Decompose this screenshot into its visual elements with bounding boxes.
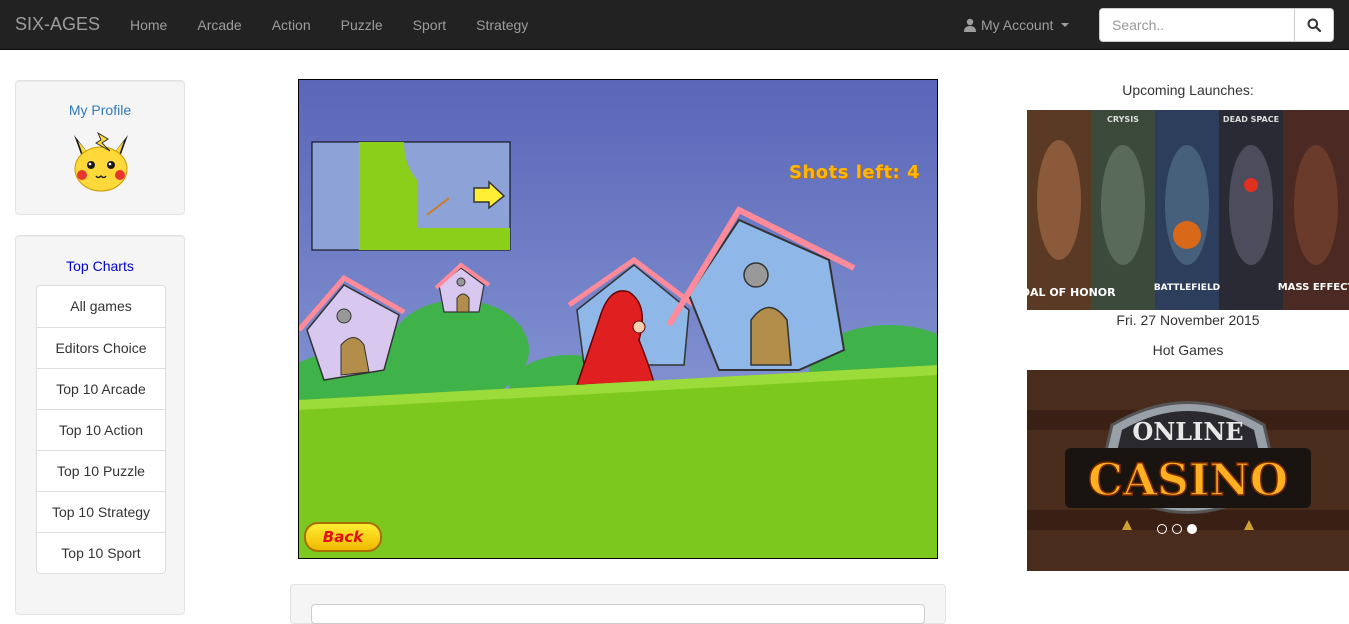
poster-title-2: CRYSIS <box>1107 115 1139 124</box>
top-navbar: SIX-AGES Home Arcade Action Puzzle Sport… <box>0 0 1349 50</box>
poster-title-4: DEAD SPACE <box>1223 115 1279 124</box>
casino-line-2: CASINO <box>1088 455 1288 506</box>
carousel-dot-1[interactable] <box>1157 524 1167 534</box>
nav-action[interactable]: Action <box>257 0 326 50</box>
brand-logo[interactable]: SIX-AGES <box>15 14 100 35</box>
search-input[interactable] <box>1099 8 1295 42</box>
poster-title-5: MASS EFFECT <box>1278 282 1349 293</box>
carousel-dot-3[interactable] <box>1187 524 1197 534</box>
poster-title-1: MEDAL OF HONOR <box>1027 286 1116 299</box>
nav-puzzle[interactable]: Puzzle <box>326 0 398 50</box>
nav-arcade[interactable]: Arcade <box>182 0 256 50</box>
top-charts-title[interactable]: Top Charts <box>16 258 184 274</box>
hot-games-carousel-image[interactable]: ONLINE CASINO <box>1027 370 1349 571</box>
below-game-panel <box>290 584 946 624</box>
launch-date: Fri. 27 November 2015 <box>1116 312 1260 328</box>
nav-links: Home Arcade Action Puzzle Sport Strategy <box>115 0 543 50</box>
upcoming-launches-image[interactable]: MEDAL OF HONOR CRYSIS BATTLEFIELD DEAD S… <box>1027 110 1349 310</box>
game-back-button[interactable]: Back <box>304 522 382 552</box>
search-form <box>1099 8 1334 42</box>
nav-strategy[interactable]: Strategy <box>461 0 543 50</box>
list-item-top10-sport[interactable]: Top 10 Sport <box>37 532 165 573</box>
list-item-top10-puzzle[interactable]: Top 10 Puzzle <box>37 450 165 491</box>
list-item-top10-strategy[interactable]: Top 10 Strategy <box>37 491 165 532</box>
game-scene <box>299 80 937 558</box>
my-account-dropdown[interactable]: My Account <box>963 0 1070 50</box>
hot-games-title: Hot Games <box>1152 342 1224 358</box>
list-item-all-games[interactable]: All games <box>37 286 165 327</box>
list-item-editors-choice[interactable]: Editors Choice <box>37 327 165 368</box>
shots-left-counter: Shots left: 4 <box>789 162 921 183</box>
profile-panel: My Profile <box>15 80 185 215</box>
caret-down-icon <box>1061 23 1070 27</box>
launch-posters: MEDAL OF HONOR CRYSIS BATTLEFIELD DEAD S… <box>1027 110 1349 310</box>
my-account-label: My Account <box>981 17 1054 33</box>
top-charts-panel: Top Charts All games Editors Choice Top … <box>15 235 185 615</box>
game-canvas[interactable]: Shots left: 4 Back <box>298 79 938 559</box>
my-profile-link[interactable]: My Profile <box>16 102 184 118</box>
carousel-dot-2[interactable] <box>1172 524 1182 534</box>
nav-sport[interactable]: Sport <box>398 0 461 50</box>
search-icon <box>1307 18 1321 32</box>
casino-line-1: ONLINE <box>1132 417 1243 446</box>
user-icon <box>964 18 976 32</box>
nav-home[interactable]: Home <box>115 0 182 50</box>
carousel-indicators <box>1157 524 1197 534</box>
poster-title-3: BATTLEFIELD <box>1154 283 1220 293</box>
upcoming-launches-title: Upcoming Launches: <box>1122 82 1254 98</box>
search-button[interactable] <box>1295 8 1334 42</box>
casino-banner: ONLINE CASINO <box>1027 370 1349 571</box>
list-item-top10-arcade[interactable]: Top 10 Arcade <box>37 368 165 409</box>
pikachu-avatar[interactable] <box>68 131 134 193</box>
top-charts-list: All games Editors Choice Top 10 Arcade T… <box>36 285 166 574</box>
list-item-top10-action[interactable]: Top 10 Action <box>37 409 165 450</box>
below-game-input[interactable] <box>311 604 925 624</box>
